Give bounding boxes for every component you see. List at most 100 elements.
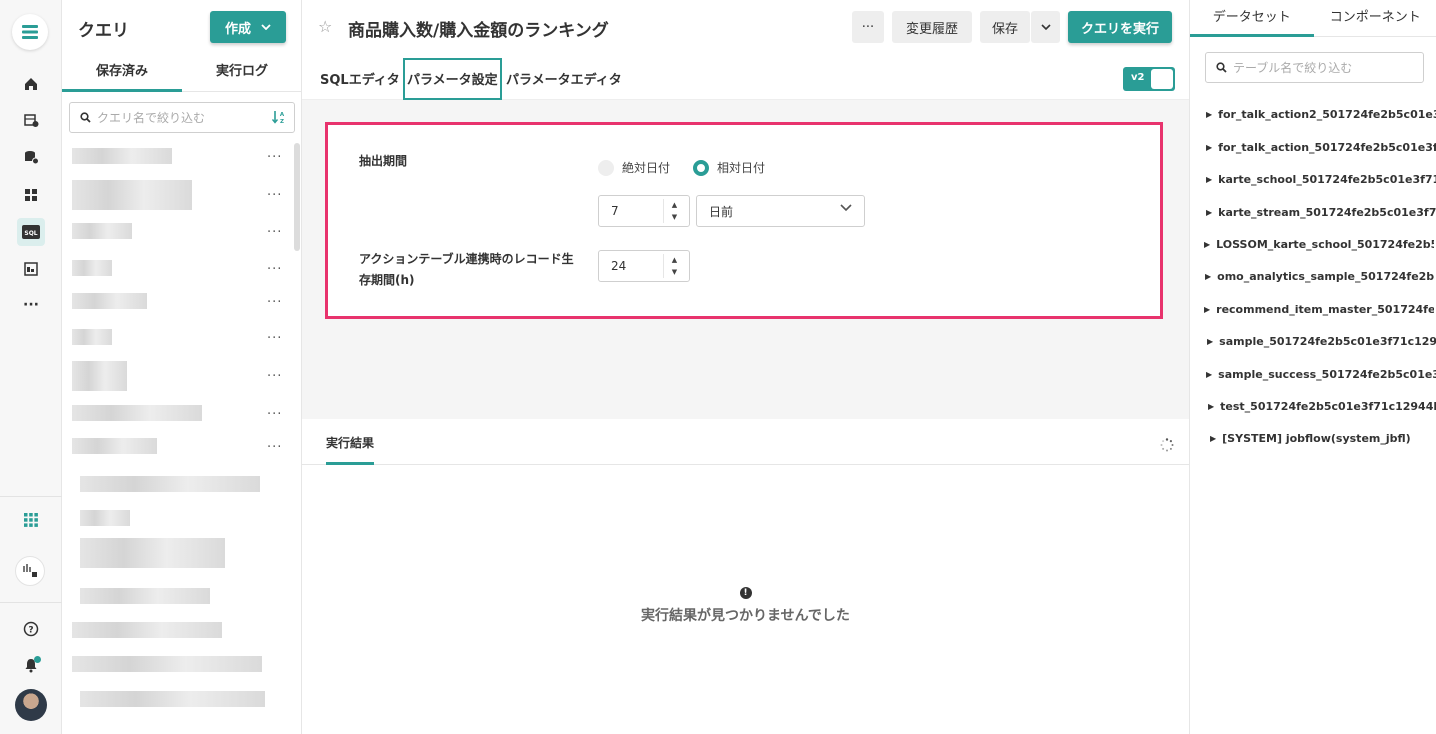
dataset-item[interactable]: ▶ [SYSTEM] jobflow(system_jbfl): [1210, 432, 1436, 445]
query-list: ... ... ... ... ... ... ... ... ...: [62, 140, 302, 734]
relative-days-value: 7: [611, 204, 619, 218]
item-more-button[interactable]: ...: [267, 291, 282, 306]
dataset-item[interactable]: ▶ omo_analytics_sample_501724fe2b5...: [1205, 270, 1435, 283]
tab-results[interactable]: 実行結果: [326, 419, 375, 465]
more-icon[interactable]: ···: [17, 291, 45, 319]
list-item[interactable]: ...: [62, 323, 292, 351]
create-button[interactable]: 作成: [210, 11, 286, 43]
save-options-button[interactable]: [1031, 11, 1060, 43]
relative-days-input[interactable]: 7 ▲ ▼: [598, 195, 690, 227]
retention-label-line1: アクションテーブル連携時のレコード生: [359, 252, 574, 266]
tab-saved[interactable]: 保存済み: [62, 52, 182, 92]
dataset-item[interactable]: ▶ for_talk_action2_501724fe2b5c01e3f...: [1206, 108, 1436, 121]
sql-icon[interactable]: SQL: [17, 218, 45, 246]
caret-right-icon: ▶: [1204, 240, 1211, 249]
bell-icon[interactable]: [17, 651, 45, 679]
toggle-label: v2: [1131, 72, 1145, 83]
radio-relative-date[interactable]: 相対日付: [693, 159, 765, 176]
list-item[interactable]: ...: [62, 287, 292, 315]
tab-sql-editor[interactable]: SQLエディタ: [320, 58, 400, 100]
item-more-button[interactable]: ...: [267, 146, 282, 161]
item-more-button[interactable]: ...: [267, 365, 282, 380]
alert-icon: !: [739, 587, 752, 599]
dataset-item[interactable]: ▶ karte_school_501724fe2b5c01e3f71...: [1206, 173, 1436, 186]
dataset-panel: データセット コンポーネント テーブル名で絞り込む ▶ for_talk_acti…: [1189, 0, 1436, 734]
number-stepper[interactable]: ▲ ▼: [663, 254, 685, 278]
item-more-button[interactable]: ...: [267, 436, 282, 451]
dataset-item[interactable]: ▶ for_talk_action_501724fe2b5c01e3f7...: [1206, 141, 1436, 154]
list-item[interactable]: ...: [62, 432, 292, 460]
dataset-item[interactable]: ▶ test_501724fe2b5c01e3f71c12944b...: [1208, 400, 1436, 413]
run-query-button[interactable]: クエリを実行: [1068, 11, 1172, 43]
tab-parameter-settings[interactable]: パラメータ設定: [403, 58, 502, 100]
more-button[interactable]: ···: [852, 11, 884, 43]
toggle-knob: [1151, 69, 1173, 89]
save-button[interactable]: 保存: [980, 11, 1030, 43]
radio-absolute-date[interactable]: 絶対日付: [598, 159, 670, 176]
caret-right-icon: ▶: [1207, 337, 1214, 346]
list-item[interactable]: ...: [62, 180, 292, 210]
item-more-button[interactable]: ...: [267, 184, 282, 199]
tab-run-log[interactable]: 実行ログ: [182, 52, 302, 91]
history-button[interactable]: 変更履歴: [892, 11, 972, 43]
home-icon[interactable]: [17, 70, 45, 98]
query-search-input[interactable]: クエリ名で絞り込む AZ: [69, 102, 295, 133]
apps-grid-icon[interactable]: [17, 506, 45, 534]
tab-components[interactable]: コンポーネント: [1314, 0, 1436, 36]
notification-dot: [34, 656, 41, 663]
table-icon[interactable]: [17, 106, 45, 134]
version-toggle[interactable]: v2: [1123, 67, 1175, 91]
list-item: [62, 582, 292, 610]
item-more-button[interactable]: ...: [267, 221, 282, 236]
rail-divider: [0, 496, 62, 497]
tab-parameter-editor[interactable]: パラメータエディタ: [506, 58, 622, 100]
list-item[interactable]: ...: [62, 399, 292, 427]
dataset-item[interactable]: ▶ sample_501724fe2b5c01e3f71c129...: [1207, 335, 1436, 348]
sort-icon[interactable]: AZ: [271, 110, 286, 127]
query-list-scrollbar[interactable]: [294, 143, 300, 251]
database-icon[interactable]: [17, 143, 45, 171]
retention-hours-input[interactable]: 24 ▲ ▼: [598, 250, 690, 282]
item-more-button[interactable]: ...: [267, 327, 282, 342]
relative-unit-value: 日前: [709, 204, 734, 219]
dataset-item[interactable]: ▶ recommend_item_master_501724fe2...: [1204, 303, 1434, 316]
user-avatar[interactable]: [15, 689, 47, 721]
project-icon[interactable]: [15, 556, 45, 586]
dataset-item[interactable]: ▶ sample_success_501724fe2b5c01e3...: [1206, 368, 1436, 381]
rail-divider-bottom: [0, 602, 62, 603]
tab-datasets[interactable]: データセット: [1190, 0, 1314, 37]
caret-right-icon: ▶: [1206, 370, 1213, 379]
number-stepper[interactable]: ▲ ▼: [663, 199, 685, 223]
list-item[interactable]: ...: [62, 142, 292, 170]
relative-unit-select[interactable]: 日前: [696, 195, 865, 227]
table-search-placeholder: テーブル名で絞り込む: [1233, 61, 1353, 75]
caret-right-icon: ▶: [1206, 208, 1213, 217]
svg-text:SQL: SQL: [24, 230, 37, 237]
help-icon[interactable]: ?: [17, 615, 45, 643]
query-title: 商品購入数/購入金額のランキング: [348, 21, 609, 41]
app-logo[interactable]: [12, 14, 48, 50]
dashboard-icon[interactable]: [17, 181, 45, 209]
nav-rail: SQL ··· ?: [0, 0, 62, 734]
dataset-item[interactable]: ▶ LOSSOM_karte_school_501724fe2b5...: [1204, 238, 1434, 251]
list-item[interactable]: ...: [62, 254, 292, 282]
dataset-item[interactable]: ▶ karte_stream_501724fe2b5c01e3f71...: [1206, 206, 1436, 219]
item-more-button[interactable]: ...: [267, 403, 282, 418]
caret-right-icon: ▶: [1206, 175, 1213, 184]
retention-label-line2: 存期間(h): [359, 273, 415, 287]
svg-text:?: ?: [28, 626, 33, 636]
report-icon[interactable]: [17, 255, 45, 283]
list-item[interactable]: ...: [62, 217, 292, 245]
retention-hours-value: 24: [611, 259, 627, 273]
empty-results: ! 実行結果が見つかりませんでした: [302, 580, 1189, 625]
search-icon: [80, 112, 91, 123]
item-more-button[interactable]: ...: [267, 258, 282, 273]
svg-text:Z: Z: [280, 119, 284, 124]
star-icon[interactable]: ☆: [318, 17, 332, 36]
query-panel-title: クエリ: [78, 21, 129, 41]
app-root: SQL ··· ? クエリ 作成 保存済み 実行ログ クエリ名で絞り込む A Z…: [0, 0, 1436, 734]
query-search-placeholder: クエリ名で絞り込む: [97, 111, 206, 125]
list-item[interactable]: ...: [62, 361, 292, 391]
table-search-input[interactable]: テーブル名で絞り込む: [1205, 52, 1424, 83]
caret-right-icon: ▶: [1205, 272, 1212, 281]
